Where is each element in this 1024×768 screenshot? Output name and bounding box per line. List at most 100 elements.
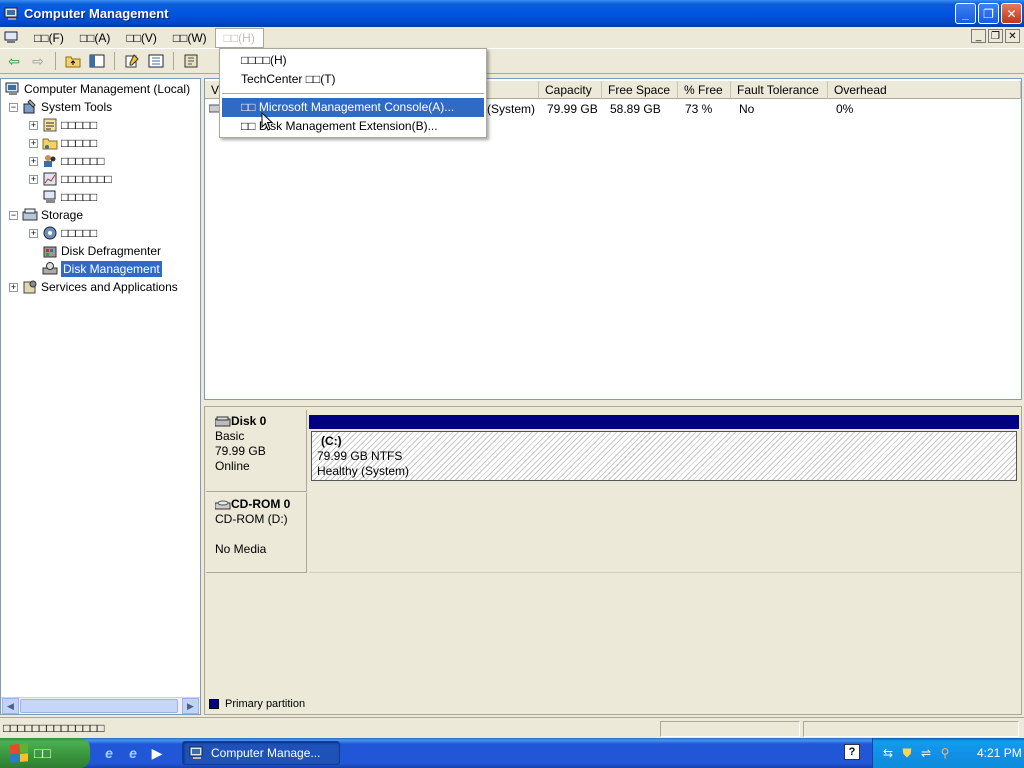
hard-disk-icon — [215, 416, 231, 426]
mdi-close-button[interactable]: ✕ — [1005, 29, 1020, 43]
close-button[interactable]: ✕ — [1001, 3, 1022, 24]
scroll-right-arrow-icon[interactable]: ▶ — [182, 698, 199, 714]
disk-0-info[interactable]: Disk 0 Basic 79.99 GB Online — [206, 410, 307, 492]
help-icon[interactable]: ? — [844, 744, 860, 760]
tree-item-disk-defragmenter[interactable]: Disk Defragmenter — [42, 242, 161, 260]
outlook-express-icon[interactable]: e — [124, 744, 142, 762]
start-button[interactable]: □□ — [0, 738, 90, 768]
tree-item-system-tool[interactable]: + □□□□□□□ — [29, 170, 112, 188]
device-manager-icon — [43, 190, 56, 203]
event-viewer-icon — [43, 118, 57, 132]
expand-toggle[interactable]: + — [29, 228, 38, 238]
tree-item-system-tools[interactable]: − System Tools — [9, 98, 112, 116]
taskbar-button-label: Computer Manage... — [211, 746, 321, 760]
tree-item-disk-management[interactable]: Disk Management — [42, 260, 162, 278]
mouse-cursor-icon — [261, 112, 274, 131]
menu-item-techcenter[interactable]: TechCenter □□(T) — [222, 70, 484, 89]
forward-arrow-icon[interactable]: ⇨ — [28, 51, 48, 71]
taskbar: □□ e e ▶ Computer Manage... ? ⇆ ⛊ ⇌ ⚲ 4:… — [0, 738, 1024, 768]
menu-bar: □□(F) □□(A) □□(V) □□(W) □□(H) _ ❐ ✕ — [0, 27, 1024, 48]
cdrom-0-type: CD-ROM (D:) — [215, 512, 288, 526]
column-header-percent-free[interactable]: % Free — [678, 81, 731, 99]
expand-toggle[interactable]: + — [29, 138, 38, 148]
status-text: □□□□□□□□□□□□□□ — [3, 721, 105, 735]
expand-toggle[interactable]: + — [29, 120, 38, 130]
storage-icon — [22, 208, 38, 221]
disk-0-name: Disk 0 — [231, 414, 267, 428]
mdi-minimize-button[interactable]: _ — [971, 29, 986, 43]
cdrom-0-layout — [309, 493, 1021, 573]
cell-fault-tolerance: No — [739, 102, 755, 116]
help-menu-dropdown: □□□□(H) TechCenter □□(T) □□ Microsoft Ma… — [219, 48, 487, 138]
menu-separator — [222, 93, 484, 94]
partition-c[interactable]: (C:) 79.99 GB NTFS Healthy (System) — [311, 431, 1017, 481]
properties-icon[interactable] — [122, 51, 142, 71]
taskbar-button-computer-management[interactable]: Computer Manage... — [182, 741, 340, 765]
tree-label: □□□□□□□ — [61, 172, 112, 186]
network-connection-icon[interactable]: ⇌ — [919, 746, 933, 760]
menu-file[interactable]: □□(F) — [26, 29, 72, 47]
tree-item-system-tool[interactable]: + □□□□□□ — [29, 152, 105, 170]
collapse-toggle[interactable]: − — [9, 102, 18, 112]
menu-action[interactable]: □□(A) — [72, 29, 119, 47]
shared-folders-icon — [42, 138, 58, 150]
tree-item-system-tool[interactable]: □□□□□ — [42, 188, 97, 206]
column-header-free-space[interactable]: Free Space — [602, 81, 678, 99]
defragmenter-icon — [43, 246, 57, 258]
primary-partition-stripe — [309, 415, 1019, 429]
cdrom-0-info[interactable]: CD-ROM 0 CD-ROM (D:) No Media — [206, 493, 307, 573]
network-icon[interactable]: ⇆ — [881, 746, 895, 760]
partition-size-fs: 79.99 GB NTFS — [317, 449, 403, 463]
column-header-capacity[interactable]: Capacity — [539, 81, 602, 99]
tools-icon — [23, 99, 36, 114]
tree-horizontal-scrollbar[interactable]: ◀ ▶ — [1, 697, 200, 714]
tree-item-storage[interactable]: − Storage — [9, 206, 83, 224]
menu-help[interactable]: □□(H) — [214, 27, 264, 48]
search-icon[interactable]: ⚲ — [938, 746, 952, 760]
export-list-icon[interactable] — [146, 51, 166, 71]
disk-graphical-view: Disk 0 Basic 79.99 GB Online (C:) 79.99 … — [204, 406, 1022, 715]
column-header-overhead[interactable]: Overhead — [828, 81, 1021, 99]
partition-volume: (C:) — [321, 434, 342, 448]
mdi-restore-button[interactable]: ❐ — [988, 29, 1003, 43]
expand-toggle[interactable]: + — [9, 282, 18, 292]
tree-item-services-applications[interactable]: + Services and Applications — [9, 278, 178, 296]
menu-window[interactable]: □□(W) — [165, 29, 215, 47]
up-folder-icon[interactable] — [63, 51, 83, 71]
disk-0-state: Online — [215, 459, 250, 473]
tree-item-storage-child[interactable]: + □□□□□ — [29, 224, 97, 242]
cdrom-icon — [215, 500, 231, 509]
computer-icon — [5, 82, 19, 95]
back-arrow-icon[interactable]: ⇦ — [4, 51, 24, 71]
expand-toggle[interactable]: + — [29, 174, 38, 184]
menu-item-help-topics[interactable]: □□□□(H) — [222, 51, 484, 70]
internet-explorer-icon[interactable]: e — [100, 744, 118, 762]
cell-status: (System) — [487, 102, 535, 116]
help-topics-icon[interactable] — [181, 51, 201, 71]
show-hide-tree-icon[interactable] — [87, 51, 107, 71]
collapse-toggle[interactable]: − — [9, 210, 18, 220]
security-shield-icon[interactable]: ⛊ — [900, 746, 914, 760]
tree-item-system-tool[interactable]: + □□□□□ — [29, 134, 97, 152]
cell-overhead: 0% — [836, 102, 854, 116]
tree-item-root[interactable]: Computer Management (Local) — [5, 80, 190, 98]
tree-label: Services and Applications — [41, 280, 178, 294]
cell-percent-free: 73 % — [685, 102, 713, 116]
cell-free-space: 58.89 GB — [610, 102, 661, 116]
scroll-left-arrow-icon[interactable]: ◀ — [2, 698, 19, 714]
tree-label: Disk Defragmenter — [61, 244, 162, 258]
scrollbar-thumb[interactable] — [20, 699, 178, 713]
status-bar: □□□□□□□□□□□□□□ — [0, 717, 1024, 738]
document-icon[interactable] — [4, 31, 20, 45]
status-panel — [660, 721, 800, 737]
legend-swatch — [209, 699, 219, 709]
media-player-icon[interactable]: ▶ — [148, 744, 166, 762]
console-tree: Computer Management (Local) − System Too… — [0, 78, 201, 715]
menu-view[interactable]: □□(V) — [118, 29, 165, 47]
minimize-button[interactable]: _ — [955, 3, 976, 24]
maximize-button[interactable]: ❐ — [978, 3, 999, 24]
tree-item-system-tool[interactable]: + □□□□□ — [29, 116, 97, 134]
disk-0-size: 79.99 GB — [215, 444, 266, 458]
column-header-fault-tolerance[interactable]: Fault Tolerance — [731, 81, 828, 99]
expand-toggle[interactable]: + — [29, 156, 38, 166]
